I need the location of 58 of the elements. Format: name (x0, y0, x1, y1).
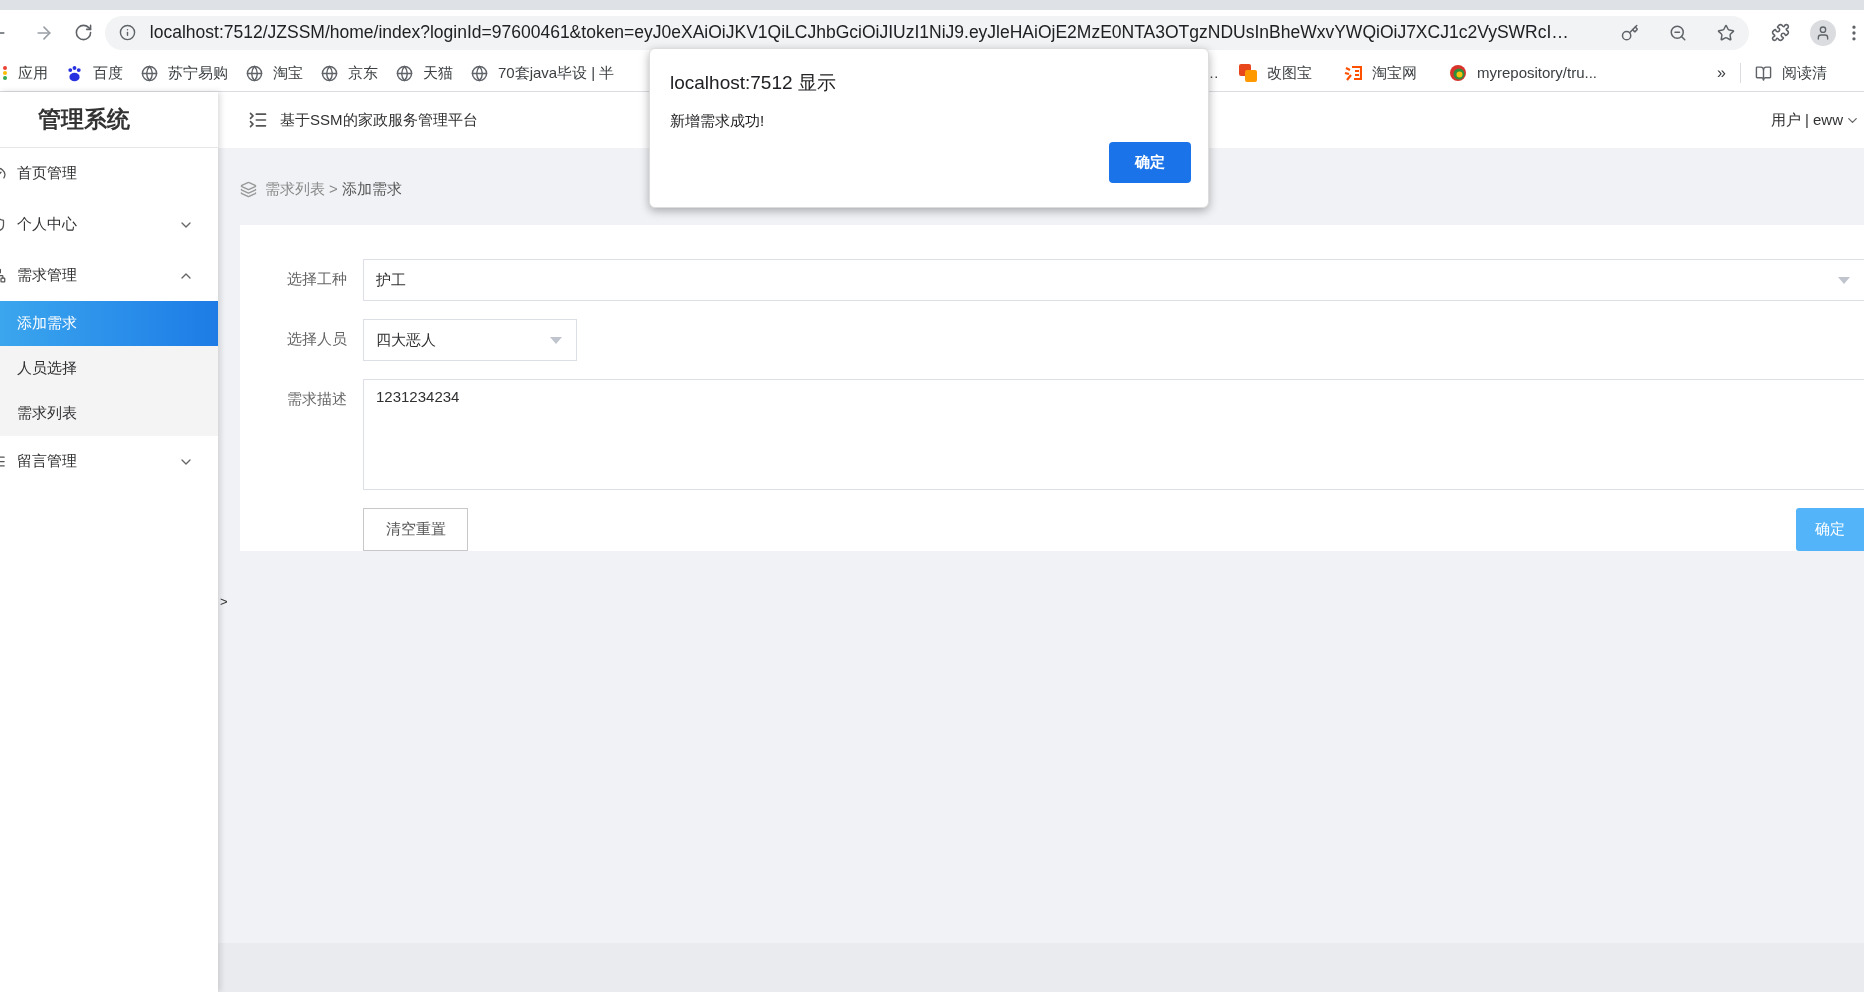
info-icon (118, 24, 136, 41)
address-bar[interactable]: localhost:7512/JZSSM/home/index?loginId=97600461&token=eyJ0eXAiOiJKV1QiLCJhbGciOiJIUzI1NiJ9.eyJleHAiOjE2MzE0NTA3OTgzNDUsInBheWxvYWQiOiJ7XCJ1c2VySWRcI… (104, 15, 1750, 50)
profile-icon[interactable] (1810, 19, 1837, 46)
key-icon[interactable] (1621, 23, 1640, 42)
field-label: 选择工种 (286, 269, 348, 289)
zoom-out-icon[interactable] (1669, 23, 1688, 42)
bookmark[interactable]: 苏宁易购 (133, 59, 236, 87)
ring-icon (1449, 64, 1467, 82)
bookmark[interactable]: 应用 (0, 59, 56, 87)
select-field[interactable]: 护工 (363, 259, 1864, 301)
extensions-icon[interactable] (1771, 23, 1791, 42)
select-field[interactable]: 四大恶人 (363, 319, 577, 361)
bookmark[interactable]: 淘宝网 (1336, 59, 1425, 87)
bookmark[interactable]: 京东 (313, 59, 386, 87)
app-title: 管理系统 (38, 105, 130, 135)
globe-icon (471, 64, 488, 82)
bookmark[interactable]: 70套java毕设 | 半 (463, 59, 623, 87)
logo-icon (1344, 64, 1362, 82)
layers-icon (240, 180, 257, 198)
textarea-field[interactable]: 1231234234 (363, 379, 1864, 490)
bookmark[interactable]: 改图宝 (1231, 59, 1320, 87)
book-icon (1754, 64, 1772, 82)
apps-icon (2, 65, 8, 81)
menu-fold-icon[interactable] (248, 110, 268, 130)
breadcrumb-separator: > (329, 178, 338, 199)
paw-icon (66, 64, 83, 82)
dialog-message: 新增需求成功! (670, 110, 766, 131)
user-menu[interactable]: 用户 | eww (1770, 108, 1843, 132)
menu-item[interactable]: 需求管理 (0, 250, 218, 301)
collapse-toggle[interactable]: > (220, 592, 228, 612)
globe-icon (396, 64, 413, 82)
breadcrumb-current: 添加需求 (341, 178, 402, 199)
reload-icon[interactable] (73, 23, 93, 42)
dialog-title: localhost:7512 显示 (670, 71, 837, 95)
globe-icon (246, 64, 263, 82)
bookmark[interactable]: 百度 (58, 59, 131, 87)
submenu-item[interactable]: 人员选择 (0, 346, 218, 391)
header-title: 基于SSM的家政服务管理平台 (280, 109, 478, 130)
bookmark-star-icon[interactable] (1717, 23, 1736, 42)
field-label: 选择人员 (286, 329, 348, 349)
menu-item[interactable]: 个人中心 (0, 199, 218, 250)
menu-item[interactable]: 留言管理 (0, 436, 218, 487)
globe-icon (321, 64, 338, 82)
caret-down-icon (1838, 276, 1850, 284)
field-label: 需求描述 (286, 389, 348, 409)
reset-button[interactable]: 清空重置 (363, 508, 468, 551)
bookmark[interactable]: 淘宝 (238, 59, 311, 87)
caret-down-icon (550, 336, 562, 344)
submenu-item[interactable]: 需求列表 (0, 391, 218, 436)
more-bookmarks-button[interactable]: » (1717, 61, 1726, 85)
reading-list-button[interactable]: 阅读清 (1754, 61, 1827, 85)
globe-icon (141, 64, 158, 82)
bookmark[interactable]: 天猫 (388, 59, 461, 87)
menu-item[interactable]: 首页管理 (0, 148, 218, 199)
squares-icon (1239, 64, 1257, 82)
url-text: localhost:7512/JZSSM/home/index?loginId=97600461&token=eyJ0eXAiOiJKV1QiLCJhbGciOiJIUzI1NiJ9.eyJleHAiOjE2MzE0NTA3OTgzNDUsInBheWxvYWQiOiJ7XCJ1c2VySWRcI… (149, 21, 1570, 45)
bookmark[interactable]: myrepository/tru... (1441, 59, 1606, 87)
ok-button[interactable]: 确定 (1109, 142, 1191, 183)
